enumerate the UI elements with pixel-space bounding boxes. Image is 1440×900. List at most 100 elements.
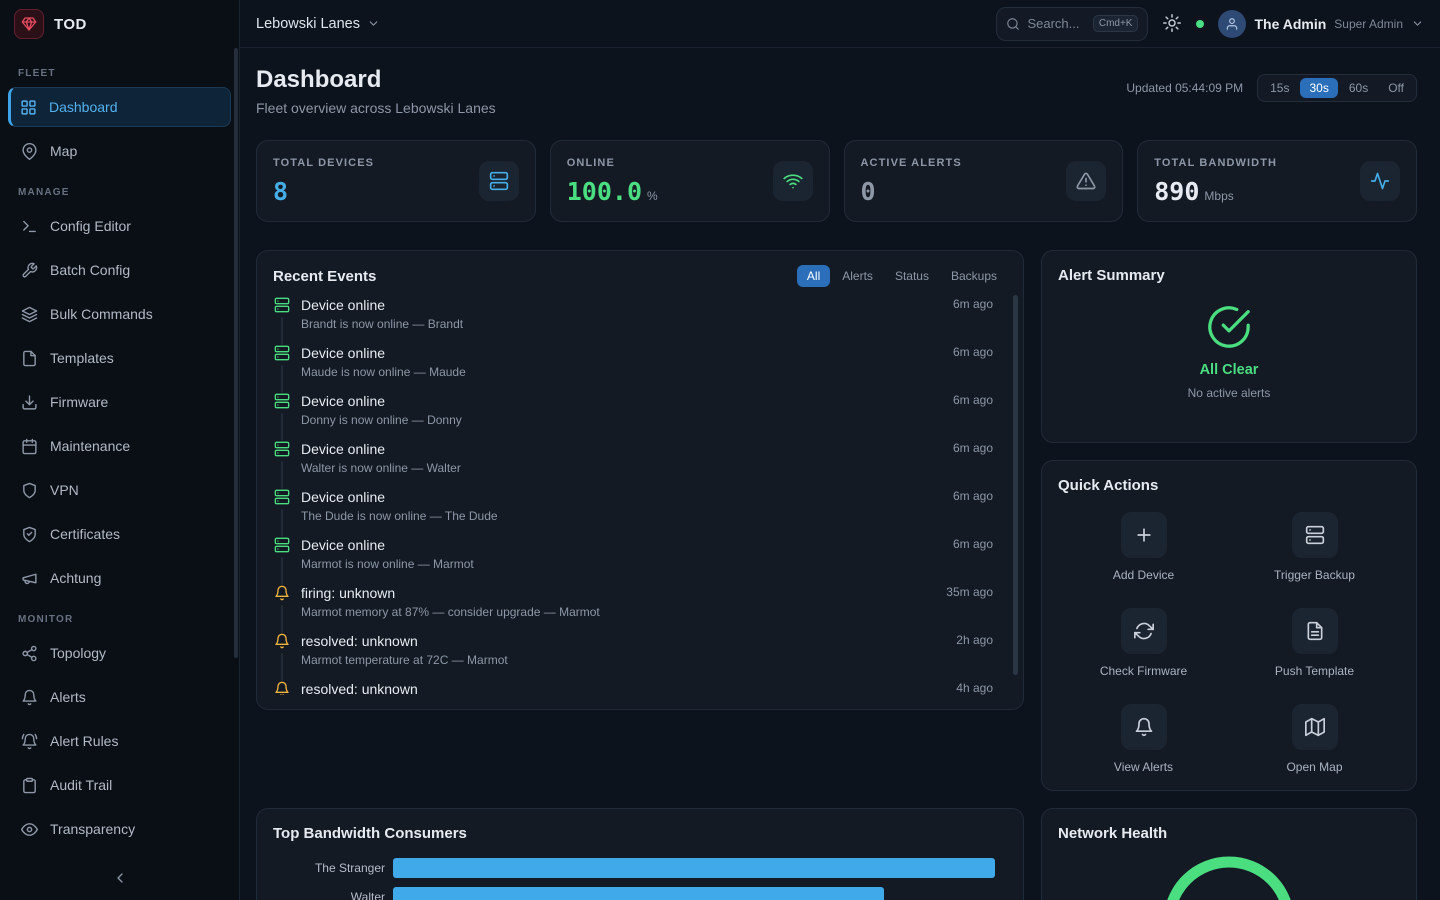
quick-action-trigger-backup[interactable]: Trigger Backup (1229, 512, 1400, 582)
alert-summary-detail: No active alerts (1188, 386, 1271, 400)
sidebar-item-batch-config[interactable]: Batch Config (8, 250, 231, 290)
quick-action-view-alerts[interactable]: View Alerts (1058, 704, 1229, 774)
bandwidth-bar (393, 858, 995, 878)
sidebar-item-achtung[interactable]: Achtung (8, 558, 231, 598)
shield-icon (21, 482, 38, 499)
alert-summary-card: Alert Summary All Clear No active alerts (1041, 250, 1417, 443)
stat-card-total-bandwidth: TOTAL BANDWIDTH 890 Mbps (1137, 140, 1417, 222)
event-title: Device online (301, 441, 943, 457)
events-scrollbar[interactable] (1013, 295, 1018, 675)
bandwidth-bar-row: The Stranger (273, 858, 1007, 878)
event-title: resolved: unknown (301, 681, 946, 695)
events-tab-alerts[interactable]: Alerts (832, 265, 883, 287)
file-text-icon (1305, 621, 1325, 641)
user-role: Super Admin (1334, 17, 1403, 31)
events-tab-all[interactable]: All (797, 265, 830, 287)
event-row[interactable]: Device online Donny is now online — Donn… (273, 393, 993, 441)
clipboard-icon (21, 777, 38, 794)
quick-action-open-map[interactable]: Open Map (1229, 704, 1400, 774)
refresh-option-30s[interactable]: 30s (1300, 78, 1337, 98)
sidebar-item-alert-rules[interactable]: Alert Rules (8, 721, 231, 761)
timeline-connector (281, 653, 283, 681)
dashboard-grid: Recent Events AllAlertsStatusBackups Dev… (256, 250, 1417, 900)
chevron-down-icon (367, 17, 380, 30)
event-row[interactable]: resolved: unknown Marmot temperature at … (273, 633, 993, 681)
download-icon (21, 394, 38, 411)
sidebar-item-templates[interactable]: Templates (8, 338, 231, 378)
event-row[interactable]: Device online Marmot is now online — Mar… (273, 537, 993, 585)
sidebar-item-firmware[interactable]: Firmware (8, 382, 231, 422)
sidebar-item-bulk-commands[interactable]: Bulk Commands (8, 294, 231, 334)
server-icon (274, 393, 290, 409)
server-icon (274, 441, 290, 457)
sidebar-item-audit-trail[interactable]: Audit Trail (8, 765, 231, 805)
map-pin-icon (21, 143, 38, 160)
sidebar-scrollbar[interactable] (234, 48, 238, 658)
quick-action-icon-box (1292, 608, 1338, 654)
sidebar-item-topology[interactable]: Topology (8, 633, 231, 673)
event-detail: Marmot memory at 87% — consider upgrade … (301, 605, 936, 619)
event-detail: Marmot temperature at 72C — Marmot (301, 653, 946, 667)
user-menu[interactable]: The Admin Super Admin (1218, 10, 1424, 38)
event-row[interactable]: Device online Brandt is now online — Bra… (273, 297, 993, 345)
event-row[interactable]: Device online The Dude is now online — T… (273, 489, 993, 537)
sidebar-item-certificates[interactable]: Certificates (8, 514, 231, 554)
stat-label: TOTAL BANDWIDTH (1154, 157, 1277, 169)
sidebar-item-alerts[interactable]: Alerts (8, 677, 231, 717)
sidebar-item-label: Bulk Commands (50, 306, 153, 322)
event-row[interactable]: Device online Walter is now online — Wal… (273, 441, 993, 489)
page-title: Dashboard (256, 66, 496, 94)
event-row[interactable]: firing: unknown Marmot memory at 87% — c… (273, 585, 993, 633)
sidebar-item-maintenance[interactable]: Maintenance (8, 426, 231, 466)
sidebar-collapse-button[interactable] (0, 856, 239, 900)
event-time: 4h ago (956, 681, 993, 695)
sidebar-item-transparency[interactable]: Transparency (8, 809, 231, 849)
recent-events-card: Recent Events AllAlertsStatusBackups Dev… (256, 250, 1024, 710)
app-logo: TOD (0, 0, 239, 48)
refresh-option-off[interactable]: Off (1379, 78, 1413, 98)
events-tab-status[interactable]: Status (885, 265, 939, 287)
events-tab-backups[interactable]: Backups (941, 265, 1007, 287)
fleet-selector[interactable]: Lebowski Lanes (256, 16, 380, 32)
timeline-connector (281, 413, 283, 441)
event-time: 6m ago (953, 537, 993, 585)
quick-action-label: Open Map (1286, 760, 1342, 774)
quick-action-icon-box (1121, 512, 1167, 558)
event-detail: The Dude is now online — The Dude (301, 509, 943, 523)
status-dot (1196, 20, 1204, 28)
timeline-connector (281, 461, 283, 489)
timeline-connector (281, 365, 283, 393)
event-row[interactable]: resolved: unknown 4h ago (273, 681, 993, 695)
stat-icon-box (1066, 161, 1106, 201)
bandwidth-bar-track (393, 858, 1007, 878)
sidebar-item-config-editor[interactable]: Config Editor (8, 206, 231, 246)
event-detail: Donny is now online — Donny (301, 413, 943, 427)
quick-action-check-firmware[interactable]: Check Firmware (1058, 608, 1229, 678)
theme-toggle-button[interactable] (1162, 14, 1182, 34)
event-time: 6m ago (953, 297, 993, 345)
sidebar-item-label: Dashboard (49, 99, 118, 115)
quick-action-add-device[interactable]: Add Device (1058, 512, 1229, 582)
network-health-gauge (1058, 852, 1400, 900)
sidebar-item-map[interactable]: Map (8, 131, 231, 171)
map-icon (1305, 717, 1325, 737)
event-row[interactable]: Device online Maude is now online — Maud… (273, 345, 993, 393)
sidebar-item-label: Certificates (50, 526, 120, 542)
bell-ring-icon (21, 733, 38, 750)
stat-card-active-alerts: ACTIVE ALERTS 0 (844, 140, 1124, 222)
event-title: resolved: unknown (301, 633, 946, 649)
quick-action-push-template[interactable]: Push Template (1229, 608, 1400, 678)
sidebar-nav: FLEET Dashboard Map MANAGE Config Editor… (0, 48, 239, 856)
server-icon (274, 489, 290, 505)
sidebar-item-vpn[interactable]: VPN (8, 470, 231, 510)
sidebar-item-dashboard[interactable]: Dashboard (8, 87, 231, 127)
bandwidth-bar-row: Walter (273, 887, 1007, 900)
quick-action-icon-box (1292, 704, 1338, 750)
stat-unit: Mbps (1204, 189, 1233, 203)
refresh-option-60s[interactable]: 60s (1340, 78, 1377, 98)
search-box[interactable]: Cmd+K (996, 7, 1148, 41)
refresh-option-15s[interactable]: 15s (1261, 78, 1298, 98)
file-icon (21, 350, 38, 367)
search-input[interactable] (1027, 16, 1085, 31)
network-health-title: Network Health (1058, 825, 1167, 842)
